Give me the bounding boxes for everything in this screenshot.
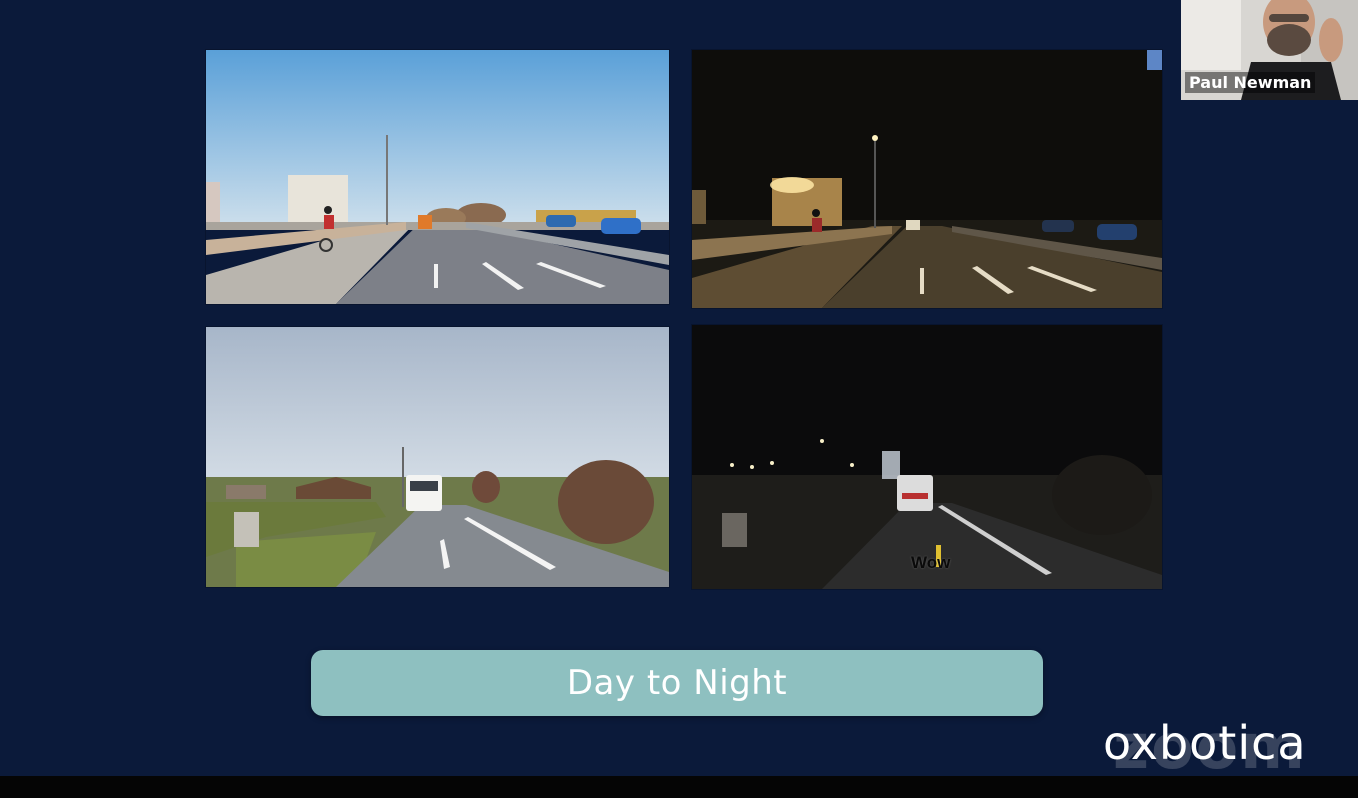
highway-night-image xyxy=(692,50,1162,308)
logo-text: oxbotica xyxy=(1103,716,1307,770)
rural-road-night-image: Wow xyxy=(692,325,1162,589)
rural-road-day-image xyxy=(206,327,669,587)
shared-screen: Wow Day to Night Paul Newman zoom oxboti… xyxy=(0,0,1358,776)
overlay-word: Wow xyxy=(911,553,951,572)
oxbotica-logo: zoom oxbotica xyxy=(1103,712,1358,776)
caption-text: Day to Night xyxy=(566,663,788,703)
highway-day-image xyxy=(206,50,669,304)
bottom-toolbar-strip xyxy=(0,776,1358,798)
caption-banner: Day to Night xyxy=(311,650,1043,716)
participant-name: Paul Newman xyxy=(1185,72,1316,93)
participant-video-tile[interactable]: Paul Newman xyxy=(1181,0,1358,100)
